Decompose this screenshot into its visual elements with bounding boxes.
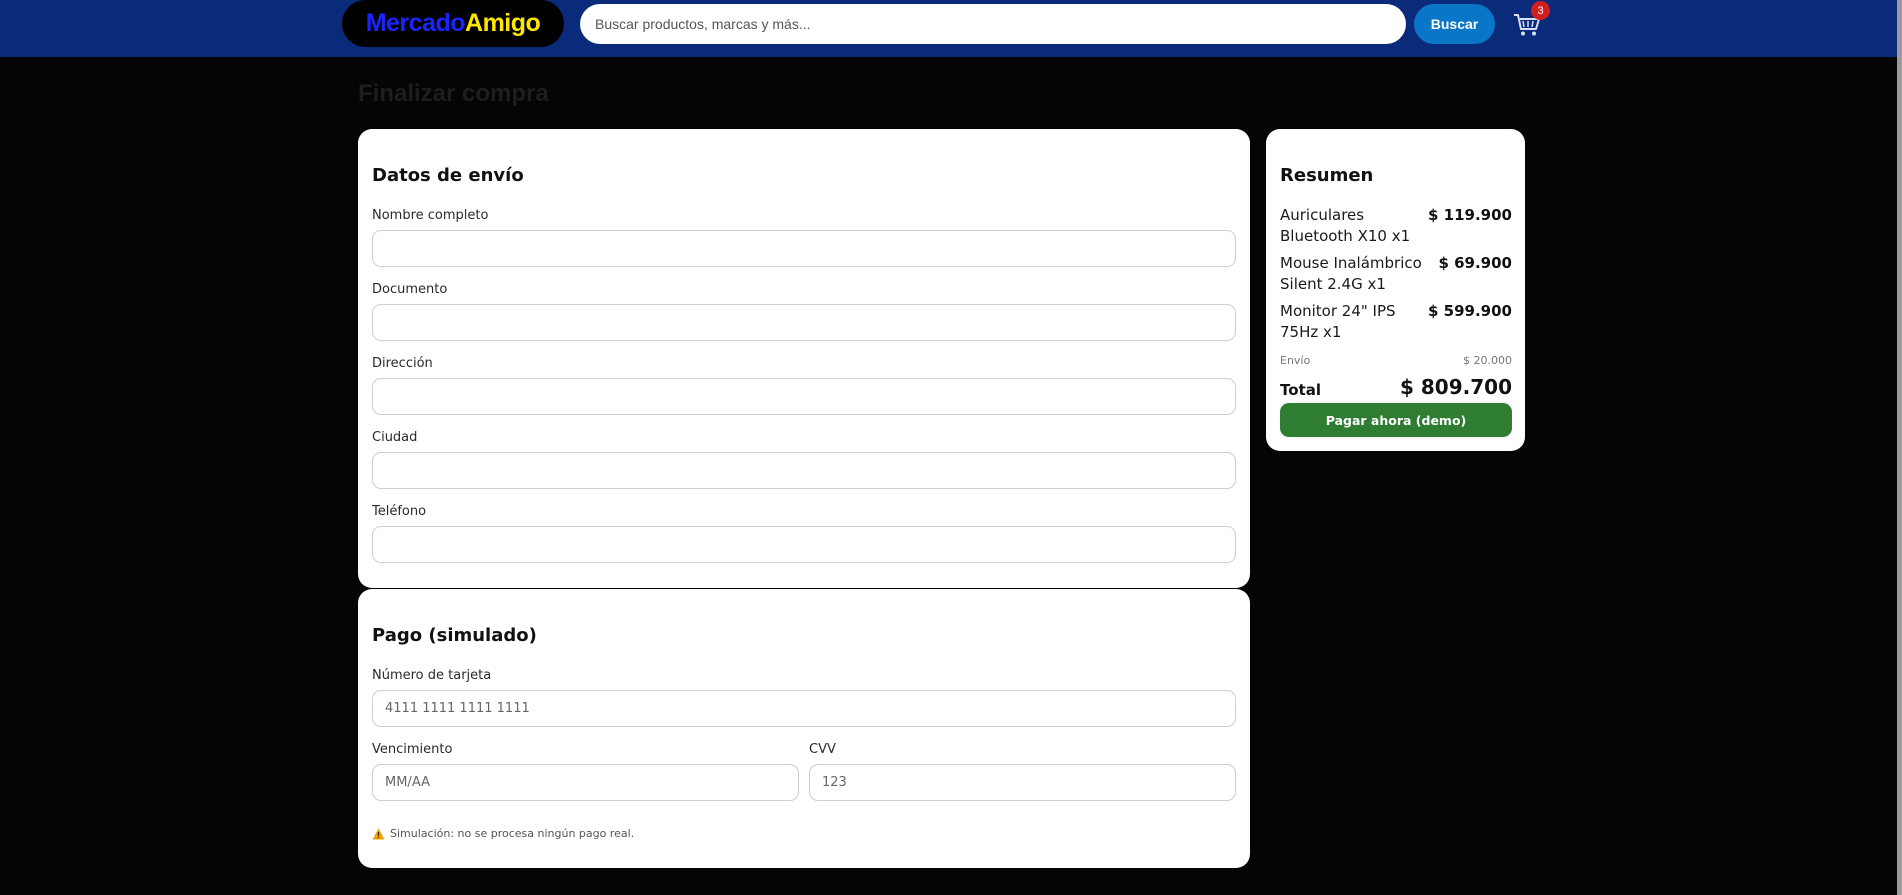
card-number-label: Número de tarjeta (372, 668, 492, 683)
top-navbar: MercadoAmigo Buscar 3 (0, 0, 1897, 57)
full-name-field[interactable] (372, 230, 1236, 267)
payment-title: Pago (simulado) (372, 625, 537, 646)
document-label: Documento (372, 282, 448, 297)
phone-field[interactable] (372, 526, 1236, 563)
summary-item-name: Mouse Inalámbrico Silent 2.4G x1 (1280, 254, 1422, 293)
cvv-label: CVV (809, 742, 836, 757)
expiry-label: Vencimiento (372, 742, 453, 757)
total-row: Total $ 809.700 (1280, 375, 1512, 399)
total-value: $ 809.700 (1400, 375, 1512, 399)
shipping-cost-value: $ 20.000 (1463, 354, 1512, 367)
expiry-field[interactable] (372, 764, 799, 801)
summary-item-name: Monitor 24" IPS 75Hz x1 (1280, 302, 1396, 341)
summary-item: Mouse Inalámbrico Silent 2.4G x1 $ 69.90… (1280, 253, 1512, 295)
city-field[interactable] (372, 452, 1236, 489)
document-field[interactable] (372, 304, 1236, 341)
shipping-title: Datos de envío (372, 165, 524, 186)
address-label: Dirección (372, 356, 433, 371)
summary-title: Resumen (1280, 165, 1374, 186)
simulation-note-text: Simulación: no se procesa ningún pago re… (390, 827, 635, 840)
total-label: Total (1280, 381, 1321, 399)
cvv-field[interactable] (809, 764, 1236, 801)
simulation-note: Simulación: no se procesa ningún pago re… (372, 827, 634, 840)
page-scrollbar[interactable] (1897, 0, 1902, 895)
search-input[interactable] (580, 4, 1406, 44)
shipping-cost-row: Envío $ 20.000 (1280, 354, 1512, 367)
logo-text-mercado: Mercado (365, 9, 466, 37)
summary-item-price: $ 599.900 (1428, 302, 1512, 320)
summary-item: Auriculares Bluetooth X10 x1 $ 119.900 (1280, 205, 1512, 247)
phone-label: Teléfono (372, 504, 427, 519)
warning-icon (372, 828, 385, 839)
order-summary-card: Resumen Auriculares Bluetooth X10 x1 $ 1… (1266, 129, 1525, 451)
summary-item-name: Auriculares Bluetooth X10 x1 (1280, 206, 1411, 245)
full-name-label: Nombre completo (372, 208, 489, 223)
address-field[interactable] (372, 378, 1236, 415)
page-title: Finalizar compra (358, 80, 549, 107)
summary-item-price: $ 69.900 (1438, 254, 1512, 272)
logo-text-amigo: Amigo (465, 9, 541, 37)
search-button[interactable]: Buscar (1414, 4, 1495, 44)
pay-now-button[interactable]: Pagar ahora (demo) (1280, 403, 1512, 437)
city-label: Ciudad (372, 430, 418, 445)
summary-item-price: $ 119.900 (1428, 206, 1512, 224)
site-logo[interactable]: Mercado Amigo (342, 0, 564, 47)
cart-count-badge: 3 (1531, 1, 1550, 20)
card-number-field[interactable] (372, 690, 1236, 727)
payment-card: Pago (simulado) Número de tarjeta Vencim… (358, 589, 1250, 868)
shipping-cost-label: Envío (1280, 354, 1311, 367)
summary-item: Monitor 24" IPS 75Hz x1 $ 599.900 (1280, 301, 1512, 343)
shipping-card: Datos de envío Nombre completo Documento… (358, 129, 1250, 588)
